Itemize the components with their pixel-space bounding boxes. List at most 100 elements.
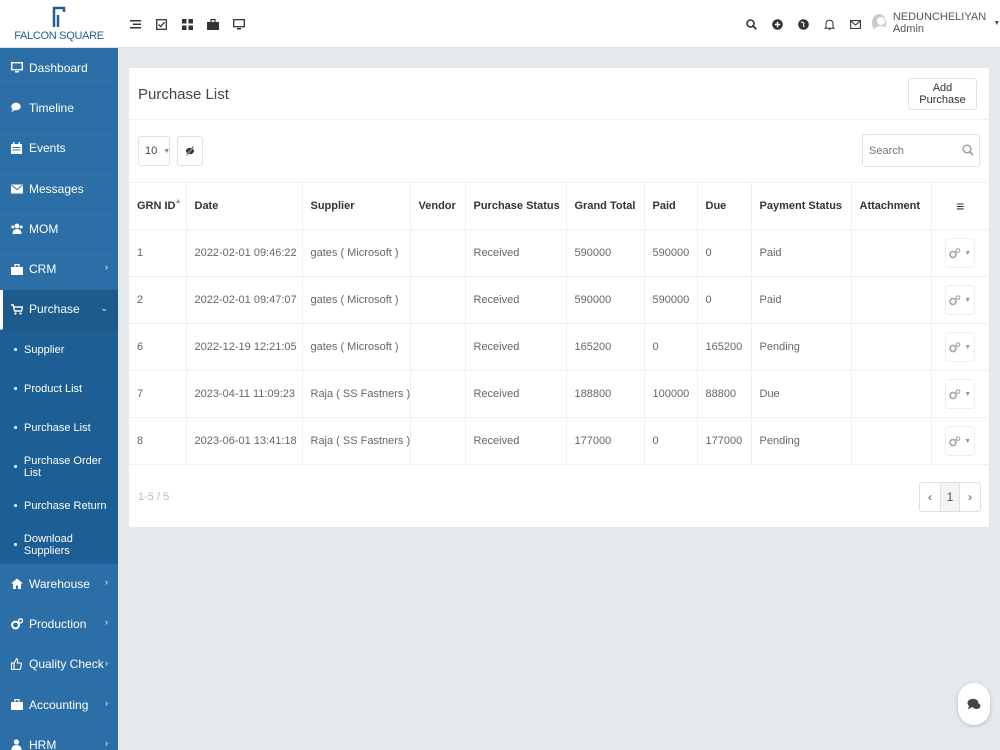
logo-text: FALCON SQUARE: [14, 30, 104, 42]
table-header-row: GRN ID ▲ Date Supplier Vendor Purchase St…: [129, 182, 989, 230]
cell-actions: ▼: [931, 229, 989, 277]
cell-attachment: [851, 323, 932, 371]
cell-attachment: [851, 370, 932, 418]
sidebar-item-accounting[interactable]: Accounting ›: [0, 685, 118, 726]
submenu-item-supplier[interactable]: Supplier: [0, 330, 118, 370]
bell-icon[interactable]: [816, 14, 842, 34]
column-visibility-button[interactable]: [177, 136, 203, 166]
cell-payment-status: Paid: [751, 229, 852, 277]
submenu-item-purchase-list[interactable]: Purchase List: [0, 408, 118, 448]
comments-icon: [11, 102, 23, 113]
sidebar-item-hrm[interactable]: HRM ›: [0, 725, 118, 750]
sidebar-item-timeline[interactable]: Timeline: [0, 88, 118, 129]
column-header-vendor[interactable]: Vendor: [410, 182, 466, 230]
chevron-down-icon: ⌄: [100, 302, 108, 313]
chat-button[interactable]: [958, 683, 990, 725]
cell-payment-status: Pending: [751, 417, 852, 465]
column-header-attachment[interactable]: Attachment: [851, 182, 932, 230]
divider: [129, 119, 989, 120]
next-page-button[interactable]: ›: [960, 483, 980, 511]
search-input[interactable]: [863, 135, 953, 166]
sidebar-item-production[interactable]: Production ›: [0, 604, 118, 645]
sidebar-item-label: Purchase: [29, 302, 80, 317]
column-header-grn-id[interactable]: GRN ID ▲: [129, 182, 187, 230]
cell-purchase-status: Received: [465, 229, 567, 277]
sidebar-item-quality-check[interactable]: Quality Check ›: [0, 645, 118, 685]
briefcase-icon[interactable]: [200, 14, 226, 34]
submenu-item-product-list[interactable]: Product List: [0, 369, 118, 409]
column-header-paid[interactable]: Paid: [644, 182, 698, 230]
cell-supplier: gates ( Microsoft ): [302, 323, 411, 371]
submenu-item-purchase-return[interactable]: Purchase Return: [0, 486, 118, 526]
cell-grand-total: 188800: [566, 370, 645, 418]
user-menu[interactable]: NEDUNCHELIYAN Admin ▼: [872, 11, 1000, 35]
cogs-icon: [11, 618, 23, 630]
sidebar-item-crm[interactable]: CRM ›: [0, 249, 118, 290]
cell-supplier: Raja ( SS Fastners ): [302, 370, 411, 418]
row-actions-button[interactable]: ▼: [945, 332, 976, 362]
submenu-item-download-suppliers[interactable]: Download Suppliers: [0, 525, 118, 565]
cell-actions: ▼: [931, 370, 989, 418]
cell-grn-id: 7: [129, 370, 187, 418]
search-box: [862, 134, 980, 167]
sidebar-item-messages[interactable]: Messages: [0, 169, 118, 210]
home-icon: [11, 578, 23, 590]
cell-actions: ▼: [931, 276, 989, 324]
briefcase-icon: [11, 263, 23, 275]
menu-icon[interactable]: ≡: [931, 182, 989, 230]
sidebar-item-label: Events: [29, 141, 66, 156]
user-name: NEDUNCHELIYAN Admin: [892, 11, 987, 35]
sort-asc-icon: ▲: [174, 198, 182, 205]
sidebar-item-events[interactable]: Events: [0, 129, 118, 169]
page-number-button[interactable]: 1: [940, 483, 960, 511]
cell-vendor: [410, 417, 466, 465]
sidebar-item-label: Messages: [29, 181, 84, 196]
page-size-select[interactable]: 10 ▼: [138, 136, 170, 166]
checkbox-icon[interactable]: [148, 14, 174, 34]
globe-icon[interactable]: [790, 14, 816, 34]
monitor-icon[interactable]: [226, 14, 252, 34]
cell-purchase-status: Received: [465, 417, 567, 465]
cell-vendor: [410, 276, 466, 324]
column-header-payment-status[interactable]: Payment Status: [751, 182, 852, 230]
sidebar-item-label: Production: [29, 617, 87, 632]
sidebar-item-dashboard[interactable]: Dashboard: [0, 48, 118, 89]
sidebar-item-mom[interactable]: MOM: [0, 209, 118, 250]
submenu-item-label: Purchase Return: [24, 499, 107, 512]
grid-icon[interactable]: [174, 14, 200, 34]
cell-actions: ▼: [931, 417, 989, 465]
cell-grand-total: 177000: [566, 417, 645, 465]
column-header-date[interactable]: Date: [186, 182, 303, 230]
row-actions-button[interactable]: ▼: [945, 426, 976, 456]
sidebar-item-purchase[interactable]: Purchase ⌄: [0, 289, 118, 331]
add-purchase-button[interactable]: Add Purchase: [908, 78, 977, 110]
top-bar: FALCON SQUARE NEDUNCHELIYAN Admin ▼: [0, 0, 1000, 48]
column-header-supplier[interactable]: Supplier: [302, 182, 411, 230]
sidebar-item-label: CRM: [29, 262, 57, 277]
mail-icon[interactable]: [842, 14, 868, 34]
cell-attachment: [851, 276, 932, 324]
prev-page-button[interactable]: ‹: [920, 483, 940, 511]
cogs-icon: [949, 435, 961, 446]
cell-supplier: Raja ( SS Fastners ): [302, 417, 411, 465]
row-actions-button[interactable]: ▼: [945, 379, 976, 409]
column-header-due[interactable]: Due: [697, 182, 752, 230]
search-icon[interactable]: [962, 144, 974, 156]
pagination: ‹ 1 ›: [919, 482, 981, 512]
logo[interactable]: FALCON SQUARE: [0, 0, 118, 48]
row-actions-button[interactable]: ▼: [945, 285, 976, 315]
caret-down-icon: ▼: [163, 147, 171, 155]
cell-payment-status: Due: [751, 370, 852, 418]
plus-circle-icon[interactable]: [764, 14, 790, 34]
cell-vendor: [410, 323, 466, 371]
column-header-grand-total[interactable]: Grand Total: [566, 182, 645, 230]
cell-date: 2023-04-11 11:09:23: [186, 370, 303, 418]
list-icon[interactable]: [122, 14, 148, 34]
row-actions-button[interactable]: ▼: [945, 238, 976, 268]
sidebar-item-warehouse[interactable]: Warehouse ›: [0, 564, 118, 605]
column-header-purchase-status[interactable]: Purchase Status: [465, 182, 567, 230]
bullet-icon: [14, 348, 17, 352]
submenu-item-purchase-order-list[interactable]: Purchase Order List: [0, 447, 118, 487]
cell-due: 177000: [697, 417, 752, 465]
search-icon[interactable]: [738, 14, 764, 34]
